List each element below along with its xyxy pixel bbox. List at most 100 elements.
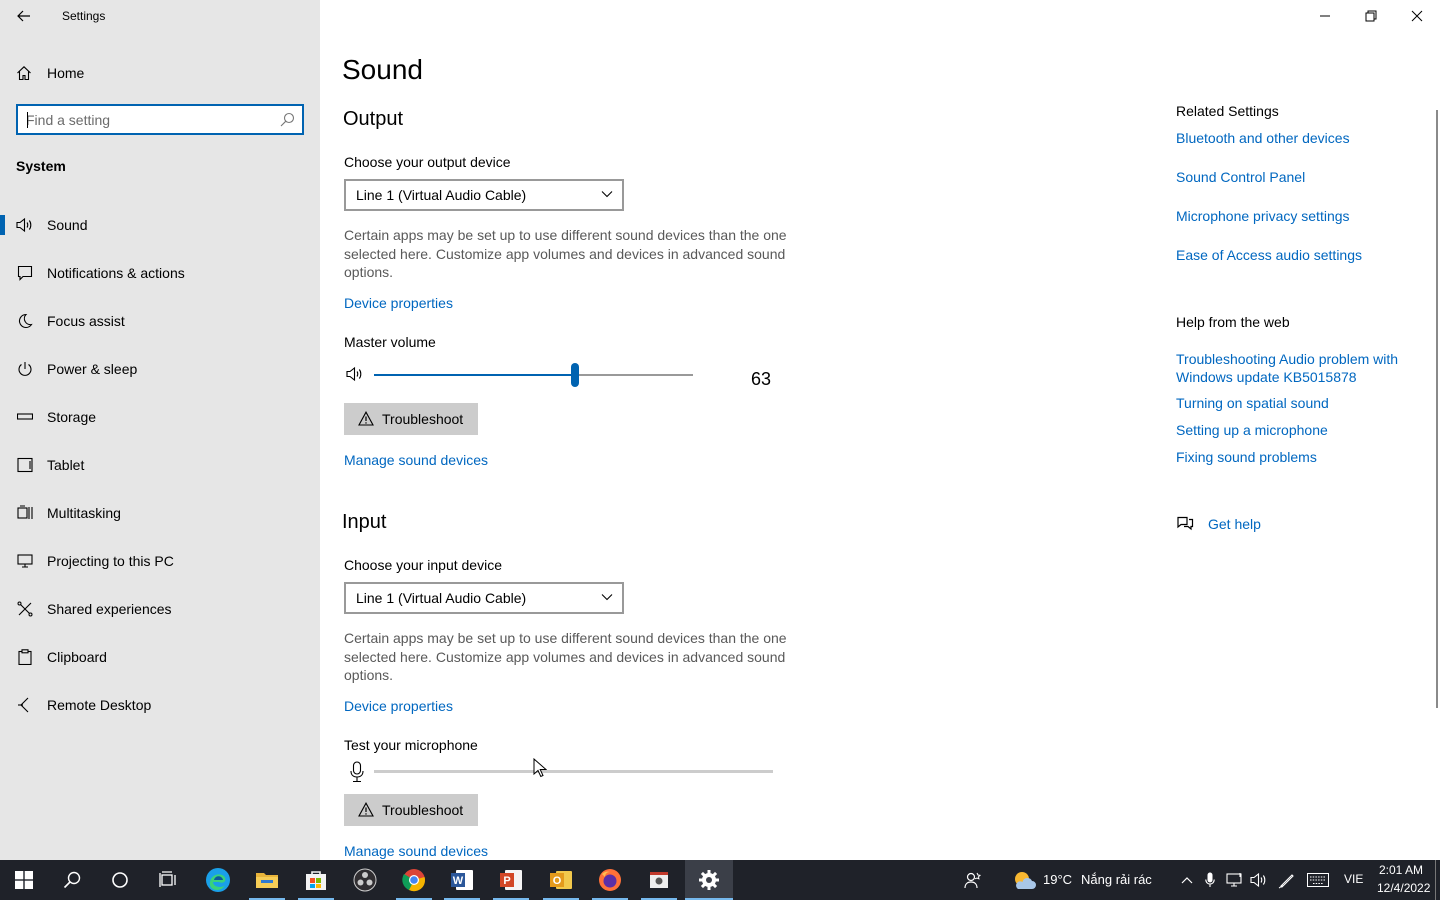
people-button[interactable] (963, 870, 983, 890)
input-device-properties-link[interactable]: Device properties (344, 698, 453, 714)
help-link-fixing-sound[interactable]: Fixing sound problems (1176, 449, 1317, 465)
sidebar-item-focus-assist[interactable]: Focus assist (0, 301, 320, 341)
sidebar-item-remote-desktop[interactable]: Remote Desktop (0, 685, 320, 725)
cortana-button[interactable] (96, 860, 144, 900)
taskbar-outlook[interactable]: O (537, 860, 585, 900)
weather-temperature[interactable]: 19°C (1043, 872, 1072, 887)
home-label: Home (47, 65, 85, 81)
taskbar-powerpoint[interactable]: P (487, 860, 535, 900)
output-device-properties-link[interactable]: Device properties (344, 295, 453, 311)
page-title: Sound (342, 54, 423, 85)
microphone-tray-icon[interactable] (1200, 870, 1220, 890)
sidebar-item-label: Power & sleep (47, 361, 138, 377)
touch-keyboard-icon[interactable] (1306, 870, 1330, 890)
sidebar-item-label: Focus assist (47, 313, 125, 329)
show-desktop-button[interactable] (1435, 860, 1436, 900)
weather-sun-cloud-icon (1015, 872, 1036, 889)
folder-icon (256, 873, 278, 888)
sidebar-item-label: Storage (47, 409, 97, 425)
sidebar-item-clipboard[interactable]: Clipboard (0, 637, 320, 677)
network-icon[interactable] (1225, 870, 1245, 890)
clipboard-icon (15, 647, 35, 667)
sidebar-item-sound[interactable]: Sound (0, 205, 320, 245)
back-button[interactable] (12, 4, 36, 28)
search-icon[interactable] (280, 112, 295, 127)
search-input[interactable] (26, 110, 266, 130)
volume-slider-thumb[interactable] (571, 363, 579, 387)
master-volume-value: 63 (751, 369, 772, 389)
get-help-icon[interactable] (1176, 516, 1194, 537)
moon-icon (15, 311, 35, 331)
weather-widget-icon[interactable] (1012, 870, 1036, 890)
windows-logo-icon (15, 871, 33, 889)
troubleshoot-label: Troubleshoot (382, 802, 464, 818)
sidebar-item-label: Shared experiences (47, 601, 172, 617)
app-title: Settings (62, 9, 106, 23)
taskbar-chrome[interactable] (390, 860, 438, 900)
pen-workspace-icon[interactable] (1277, 870, 1297, 890)
related-link-sound-control-panel[interactable]: Sound Control Panel (1176, 169, 1305, 185)
clock-time[interactable]: 2:01 AM (1379, 863, 1423, 877)
taskbar-store[interactable] (292, 860, 340, 900)
troubleshoot-label: Troubleshoot (382, 411, 464, 427)
sidebar-item-notifications[interactable]: Notifications & actions (0, 253, 320, 293)
mouse-pointer-icon (533, 758, 547, 778)
sidebar-item-label: Projecting to this PC (47, 553, 174, 569)
warning-icon (358, 411, 374, 426)
chrome-icon (402, 869, 425, 892)
taskbar-app-window[interactable] (635, 860, 683, 900)
help-heading: Help from the web (1176, 314, 1290, 330)
volume-tray-icon[interactable] (1249, 870, 1269, 890)
tablet-icon (15, 455, 35, 475)
task-view-icon (159, 871, 176, 887)
input-manage-sound-devices-link[interactable]: Manage sound devices (344, 843, 488, 859)
taskbar-file-explorer[interactable] (243, 860, 291, 900)
sidebar-item-shared-experiences[interactable]: Shared experiences (0, 589, 320, 629)
store-icon (306, 871, 326, 890)
help-link-audio-troubleshooting[interactable]: Troubleshooting Audio problem with Windo… (1176, 350, 1426, 386)
sidebar-item-multitasking[interactable]: Multitasking (0, 493, 320, 533)
related-link-microphone-privacy[interactable]: Microphone privacy settings (1176, 208, 1350, 224)
main-content: Sound Output Choose your output device L… (320, 0, 1440, 860)
sidebar-item-power-sleep[interactable]: Power & sleep (0, 349, 320, 389)
help-link-spatial-sound[interactable]: Turning on spatial sound (1176, 395, 1329, 411)
task-view-button[interactable] (144, 860, 192, 900)
app-window-icon (650, 872, 668, 888)
sidebar-item-label: Clipboard (47, 649, 107, 665)
get-help-link[interactable]: Get help (1208, 516, 1261, 532)
master-volume-slider[interactable] (374, 363, 693, 387)
taskbar-obs[interactable] (341, 860, 389, 900)
warning-icon (358, 802, 374, 817)
related-link-bluetooth[interactable]: Bluetooth and other devices (1176, 130, 1350, 146)
help-link-microphone-setup[interactable]: Setting up a microphone (1176, 422, 1328, 438)
search-box[interactable] (16, 104, 304, 135)
search-icon (63, 871, 81, 889)
power-icon (15, 359, 35, 379)
related-link-ease-of-access-audio[interactable]: Ease of Access audio settings (1176, 247, 1362, 263)
taskbar-firefox[interactable] (586, 860, 634, 900)
scrollbar[interactable] (1436, 110, 1438, 708)
sidebar-item-tablet[interactable]: Tablet (0, 445, 320, 485)
clock-date[interactable]: 12/4/2022 (1377, 881, 1430, 895)
taskbar-settings[interactable] (685, 860, 733, 900)
volume-speaker-icon[interactable] (346, 366, 366, 387)
related-settings-heading: Related Settings (1176, 103, 1279, 119)
output-troubleshoot-button[interactable]: Troubleshoot (344, 403, 478, 435)
taskbar-search-button[interactable] (48, 860, 96, 900)
taskbar-edge[interactable] (194, 860, 242, 900)
input-device-dropdown[interactable]: Line 1 (Virtual Audio Cable) (344, 582, 624, 614)
taskbar-word[interactable]: W (438, 860, 486, 900)
output-device-dropdown[interactable]: Line 1 (Virtual Audio Cable) (344, 179, 624, 211)
sidebar-item-projecting[interactable]: Projecting to this PC (0, 541, 320, 581)
outlook-icon: O (550, 871, 572, 889)
home-nav-item[interactable]: Home (16, 62, 84, 84)
storage-icon (15, 407, 35, 427)
weather-description[interactable]: Nắng rải rác (1081, 872, 1152, 887)
show-hidden-icons-button[interactable] (1177, 870, 1197, 890)
start-button[interactable] (0, 860, 48, 900)
input-language-indicator[interactable]: VIE (1344, 872, 1363, 886)
output-manage-sound-devices-link[interactable]: Manage sound devices (344, 452, 488, 468)
input-troubleshoot-button[interactable]: Troubleshoot (344, 794, 478, 826)
output-heading: Output (343, 108, 404, 130)
sidebar-item-storage[interactable]: Storage (0, 397, 320, 437)
